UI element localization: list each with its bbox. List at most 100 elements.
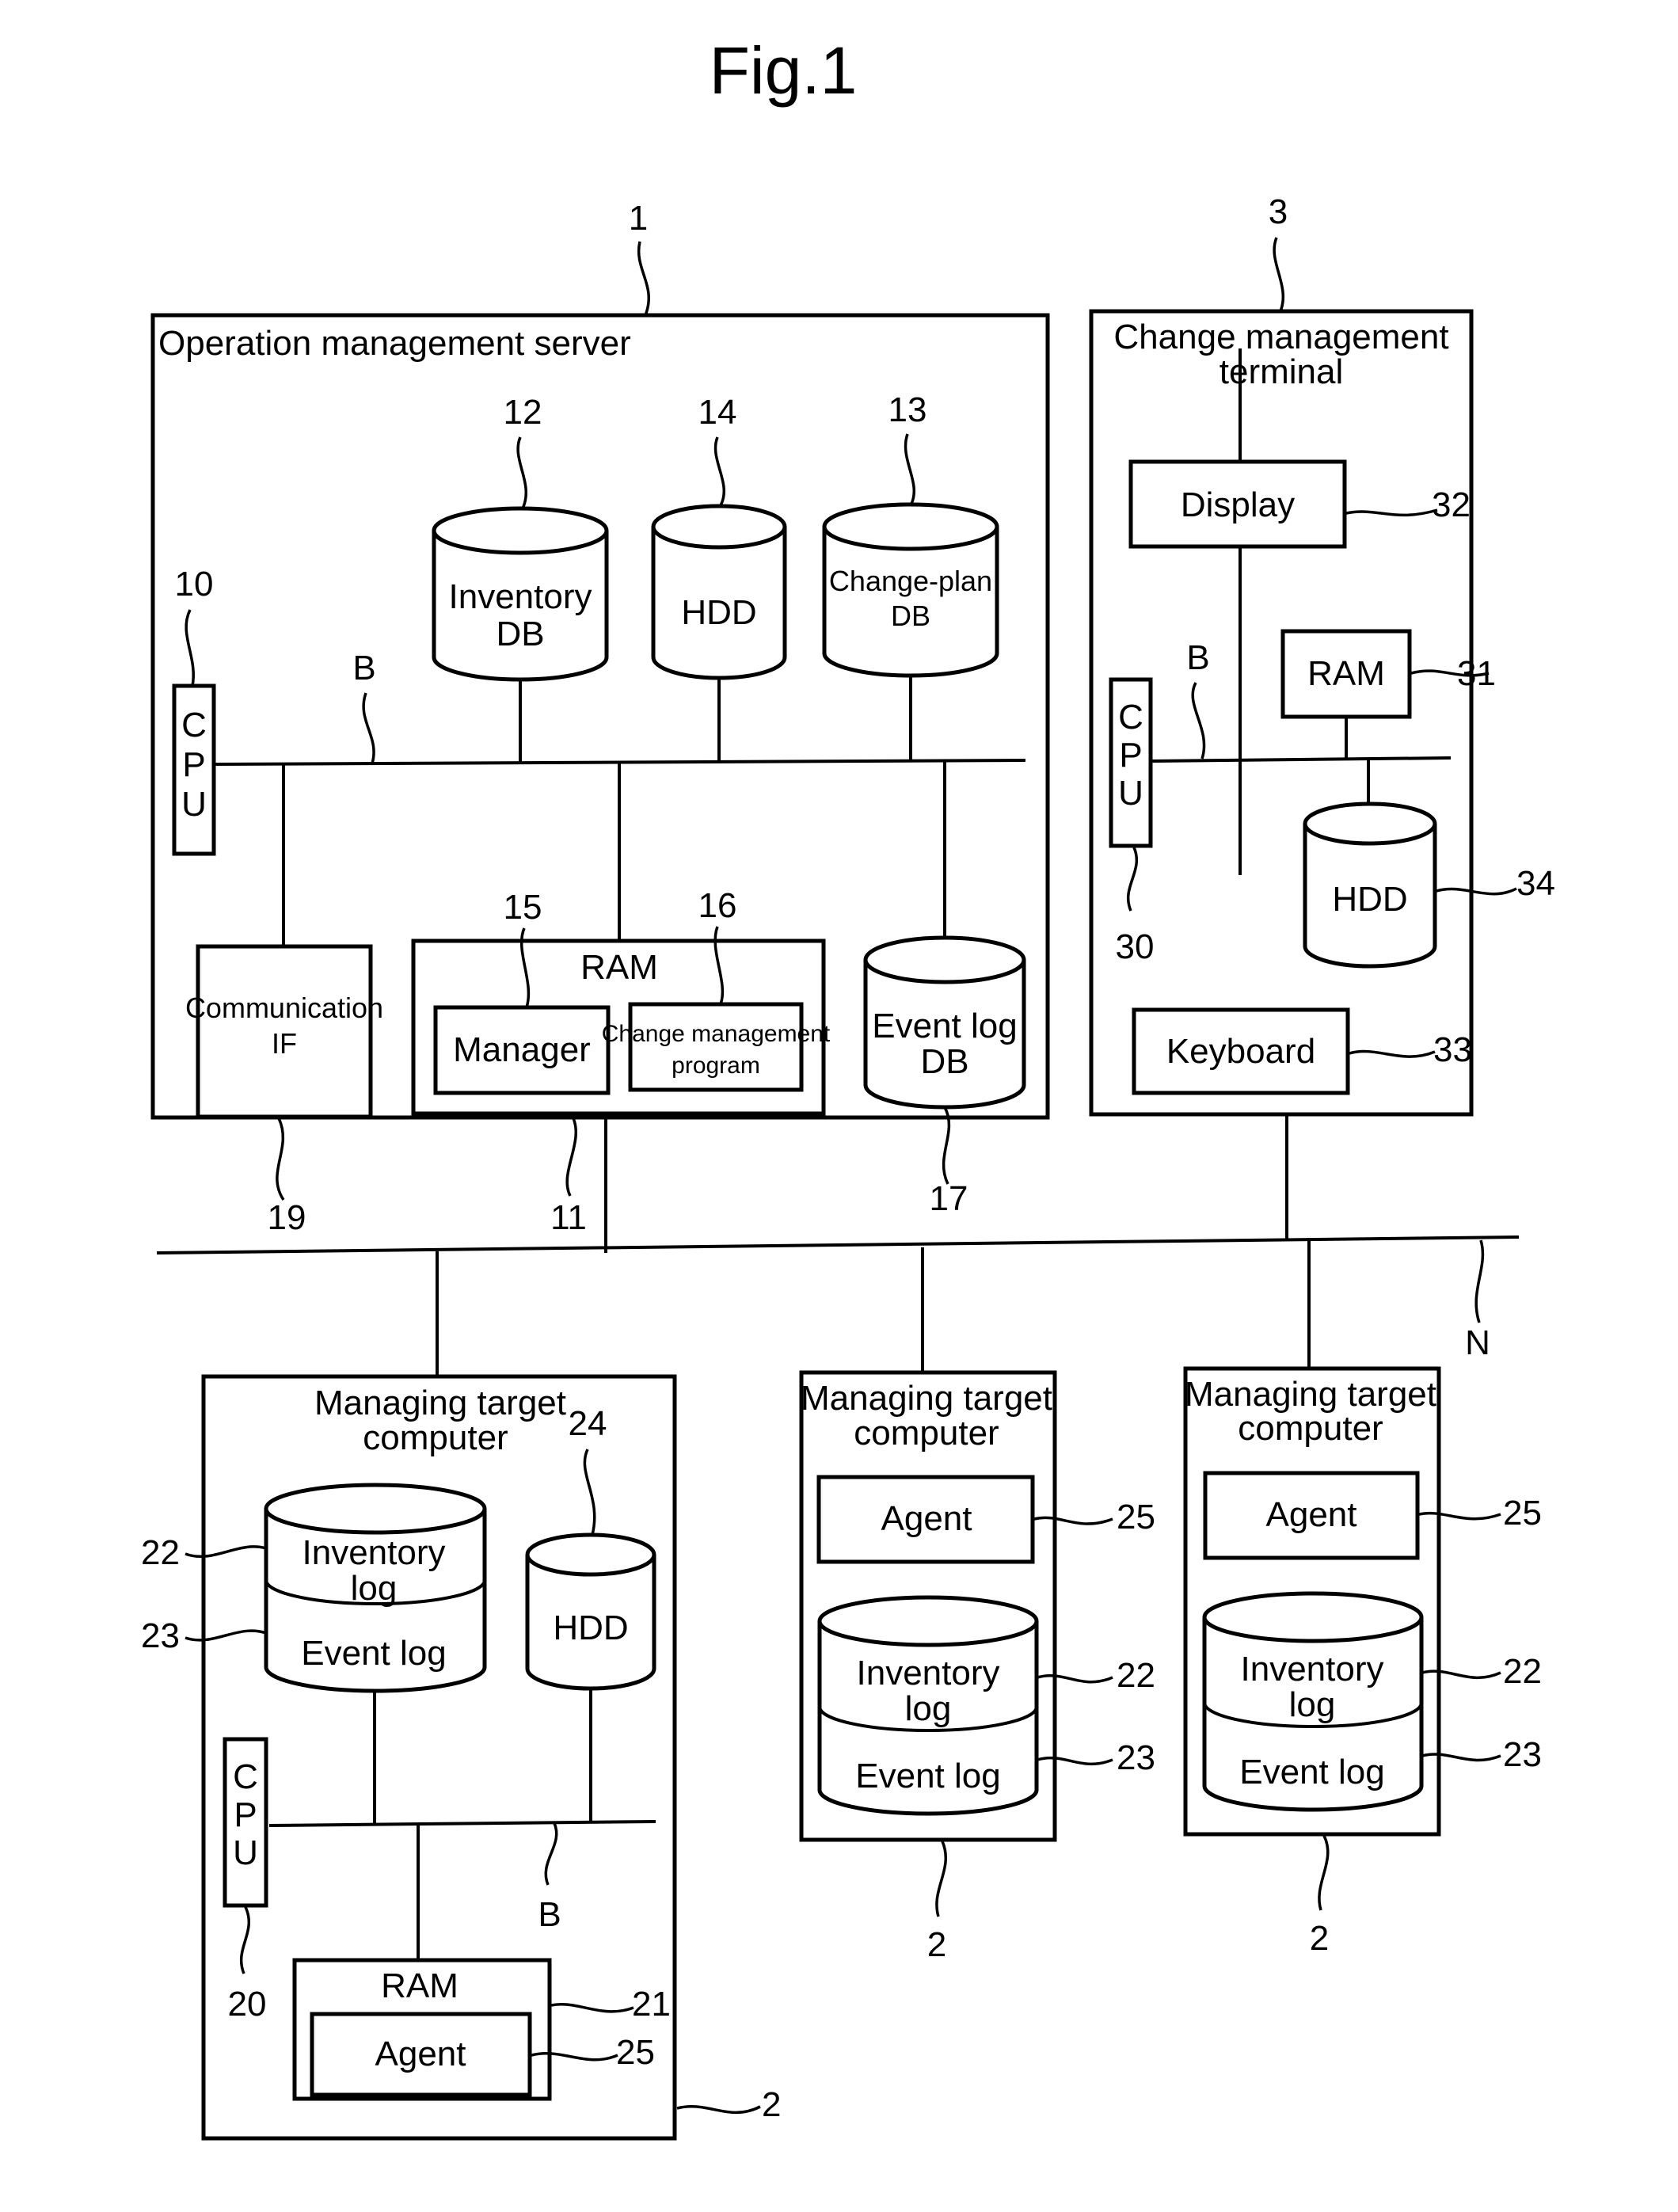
target-2-event-log-ref: 23 [1117, 1738, 1155, 1777]
terminal-hdd-ref: 34 [1516, 864, 1555, 903]
inventory-db-label: Inventory [449, 577, 592, 616]
target-1-event-log-ref: 23 [141, 1616, 180, 1655]
target-3-agent-ref: 25 [1503, 1494, 1542, 1532]
target-1-agent-label: Agent [375, 2035, 466, 2073]
target-2-ref: 2 [927, 1925, 946, 1964]
change-management-program-label: program [672, 1053, 760, 1079]
terminal-title: terminal [1219, 352, 1344, 391]
target-3-event-log-ref: 23 [1503, 1735, 1542, 1774]
target-1-bus-label: B [538, 1895, 561, 1934]
target-3-event-log-label: Event log [1239, 1753, 1384, 1791]
server-cpu-letter: U [181, 785, 207, 824]
event-log-db-label: Event log [872, 1007, 1017, 1045]
server-bus-label: B [352, 649, 375, 687]
target-2-inventory-log-label: log [905, 1689, 952, 1728]
terminal-ram-ref: 31 [1457, 654, 1496, 693]
figure-canvas: Fig.1 Operation management server 1 B C … [141, 33, 1555, 2141]
communication-if-ref: 19 [268, 1198, 306, 1237]
managing-target-computer-2: Managing target computer Agent 25 Invent… [799, 1247, 1155, 1964]
server-ram-label: RAM [580, 948, 658, 987]
terminal-cpu-letter: P [1119, 736, 1142, 775]
manager-label: Manager [453, 1030, 591, 1069]
keyboard-ref: 33 [1433, 1030, 1472, 1069]
figure-title: Fig.1 [710, 33, 858, 108]
target-1-cpu-ref: 20 [228, 1985, 267, 2024]
change-plan-db-label: Change-plan [829, 565, 992, 597]
terminal-cpu-letter: U [1118, 774, 1143, 813]
target-3-ref: 2 [1310, 1919, 1329, 1958]
target-1-inventory-log-ref: 22 [141, 1533, 180, 1572]
server-hdd-ref: 14 [698, 393, 737, 432]
communication-if-label: IF [272, 1027, 297, 1060]
managing-target-computer-1: Managing target computer Inventory log E… [141, 1251, 781, 2141]
communication-if-leader [276, 1117, 285, 1201]
terminal-cpu-letter: C [1118, 698, 1143, 737]
target-2-inventory-log-label: Inventory [857, 1654, 1000, 1692]
target-2-agent-ref: 25 [1117, 1498, 1155, 1536]
server-hdd-cylinder [651, 504, 787, 680]
server-ref-leader [637, 241, 650, 316]
change-plan-db-label: DB [891, 600, 930, 632]
change-management-program-ref: 16 [698, 886, 737, 925]
network-line [156, 1235, 1520, 1254]
terminal-title: Change management [1113, 318, 1448, 356]
target-3-ref-leader [1318, 1835, 1330, 1911]
display-label: Display [1181, 485, 1295, 524]
change-plan-db-ref: 13 [888, 390, 927, 429]
network-leader [1474, 1239, 1485, 1323]
target-1-ref: 2 [762, 2085, 781, 2124]
target-1-ram-ref: 21 [632, 1985, 671, 2024]
terminal-hdd-label: HDD [1332, 880, 1407, 919]
keyboard-label: Keyboard [1166, 1032, 1315, 1071]
target-3-inventory-log-label: log [1289, 1685, 1336, 1724]
target-1-cpu-letter: U [233, 1833, 258, 1872]
change-management-program-label: Change management [602, 1021, 831, 1047]
target-1-agent-ref: 25 [616, 2033, 655, 2072]
terminal-bus-label: B [1186, 638, 1209, 677]
target-3-agent-label: Agent [1266, 1495, 1357, 1534]
terminal-cpu-ref: 30 [1116, 927, 1155, 966]
target-1-title: Managing target [314, 1384, 566, 1422]
terminal-ref-leader [1273, 237, 1285, 312]
target-1-cpu-letter: P [234, 1795, 257, 1834]
target-1-event-log-label: Event log [301, 1634, 446, 1673]
terminal-ram-label: RAM [1307, 654, 1385, 693]
server-hdd-label: HDD [681, 593, 756, 632]
server-ram-leader [565, 1114, 577, 1197]
target-1-inventory-log-label: Inventory [302, 1533, 446, 1572]
network-label: N [1465, 1323, 1490, 1362]
terminal-ref: 3 [1269, 192, 1288, 231]
server-cpu-ref: 10 [175, 565, 214, 603]
target-1-cpu-letter: C [233, 1757, 258, 1796]
server-ref: 1 [629, 199, 648, 238]
target-1-ref-leader [676, 2105, 761, 2115]
event-log-db-label: DB [920, 1042, 968, 1081]
target-3-title: Managing target [1185, 1375, 1436, 1414]
target-2-ref-leader [935, 1841, 947, 1917]
event-log-db-ref: 17 [930, 1179, 968, 1218]
target-1-hdd-ref: 24 [569, 1404, 607, 1443]
target-2-title: computer [854, 1414, 999, 1452]
server-ram-ref: 11 [550, 1198, 587, 1237]
inventory-db-ref: 12 [504, 393, 542, 432]
change-management-terminal: Change management terminal 3 Display 32 … [1089, 192, 1555, 1239]
target-3-title: computer [1238, 1409, 1383, 1448]
target-2-inventory-log-ref: 22 [1117, 1656, 1155, 1695]
server-cpu-letter: C [181, 706, 207, 744]
server-title: Operation management server [158, 324, 631, 363]
communication-if-label: Communication [185, 992, 383, 1024]
target-2-title: Managing target [801, 1379, 1052, 1418]
target-3-inventory-log-label: Inventory [1241, 1650, 1384, 1689]
target-2-agent-label: Agent [881, 1499, 972, 1538]
target-1-ram-label: RAM [381, 1966, 459, 2005]
target-1-inventory-log-label: log [351, 1569, 398, 1608]
target-2-event-log-label: Event log [855, 1757, 1000, 1795]
inventory-db-label: DB [496, 615, 544, 653]
target-1-title: computer [363, 1418, 508, 1457]
manager-ref: 15 [504, 888, 542, 927]
target-3-inventory-log-ref: 22 [1503, 1652, 1542, 1691]
display-ref: 32 [1432, 485, 1471, 524]
server-cpu-letter: P [182, 745, 205, 784]
operation-management-server: Operation management server 1 B C P U 10… [150, 199, 1050, 1253]
target-1-hdd-label: HDD [553, 1609, 628, 1647]
